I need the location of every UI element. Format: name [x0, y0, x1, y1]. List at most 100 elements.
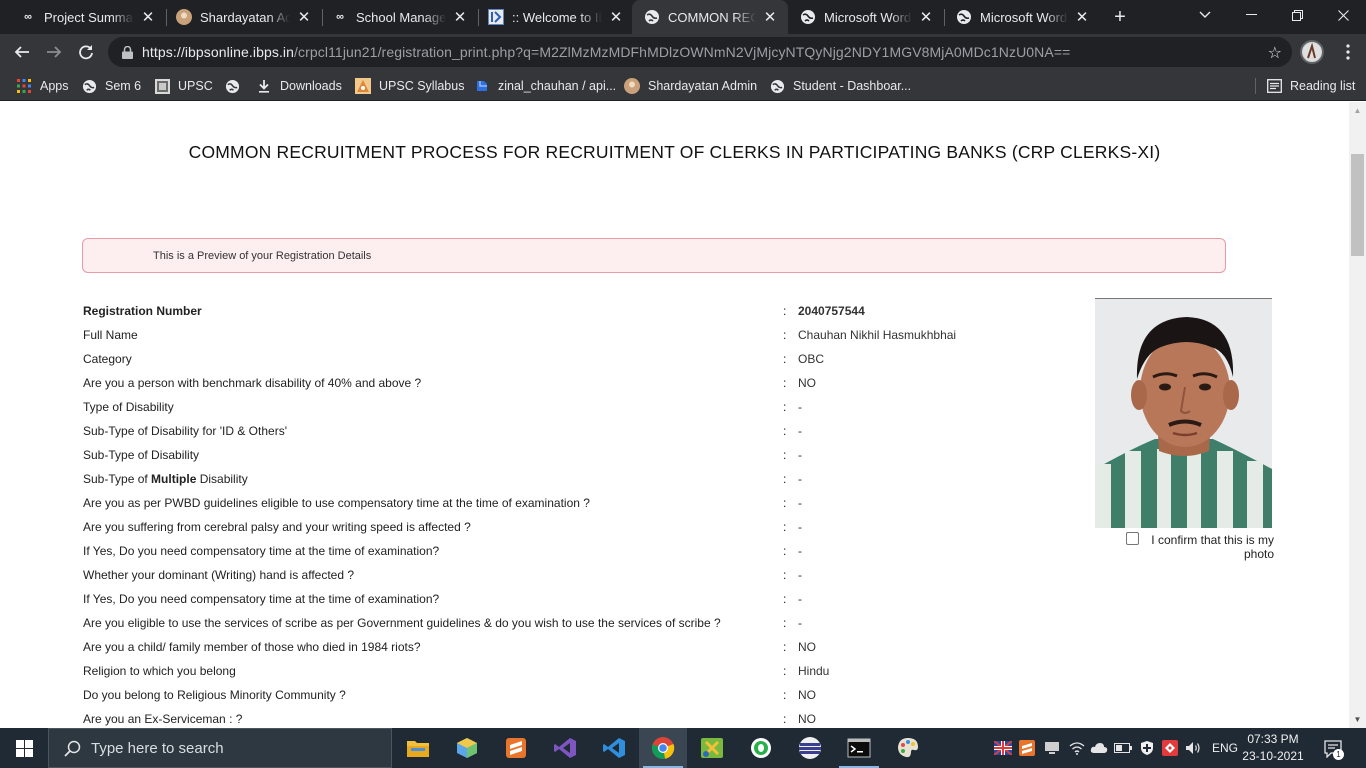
- close-icon[interactable]: ✕: [1074, 9, 1090, 26]
- restore-icon[interactable]: [1274, 0, 1320, 30]
- field-value: -: [798, 592, 802, 606]
- close-icon[interactable]: ✕: [918, 9, 934, 26]
- field-label: Are you as per PWBD guidelines eligible …: [83, 496, 590, 510]
- url-host: https://ibpsonline.ibps.in: [142, 44, 295, 60]
- profile-avatar[interactable]: [1300, 40, 1324, 64]
- bookmark-label: Shardayatan Admin: [648, 79, 758, 93]
- bookmark-star-icon[interactable]: ☆: [1268, 43, 1282, 63]
- anydesk-icon[interactable]: [1161, 739, 1179, 757]
- new-tab-button[interactable]: +: [1108, 5, 1132, 29]
- vscode-icon[interactable]: [590, 728, 638, 768]
- snip-icon[interactable]: [688, 728, 736, 768]
- file-explorer-icon[interactable]: [394, 728, 442, 768]
- close-icon[interactable]: ✕: [452, 9, 468, 26]
- lock-icon[interactable]: [120, 45, 134, 59]
- globe-icon: [81, 78, 97, 94]
- paint-icon[interactable]: [884, 728, 932, 768]
- field-value: -: [798, 568, 802, 582]
- back-arrow-icon[interactable]: [8, 38, 36, 66]
- flag-icon[interactable]: [994, 739, 1012, 757]
- field-label: Sub-Type of Disability for 'ID & Others': [83, 424, 287, 438]
- field-separator: :: [783, 568, 787, 582]
- field-value: -: [798, 616, 802, 630]
- close-icon[interactable]: ✕: [296, 9, 312, 26]
- bookmark-downloads[interactable]: Downloads: [256, 75, 342, 97]
- box-3d-icon[interactable]: [443, 728, 491, 768]
- volume-icon[interactable]: [1185, 739, 1203, 757]
- wifi-icon[interactable]: [1068, 739, 1086, 757]
- field-row: Category: OBC: [0, 352, 1080, 376]
- chrome-icon[interactable]: [639, 728, 687, 768]
- tab-strip: ∞ Project Summary ✕ Shardayatan Admin ✕ …: [0, 0, 1366, 34]
- tab-microsoft-word-2[interactable]: Microsoft Word - ✕: [944, 0, 1100, 34]
- visual-studio-icon[interactable]: [541, 728, 589, 768]
- scroll-up-arrow-icon[interactable]: ▲: [1349, 102, 1366, 119]
- field-label: Whether your dominant (Writing) hand is …: [83, 568, 355, 582]
- field-value: -: [798, 496, 802, 510]
- field-label: Full Name: [83, 328, 138, 342]
- bookmark-shardayatan-admin[interactable]: Shardayatan Admin: [624, 75, 757, 97]
- scroll-thumb[interactable]: [1351, 154, 1364, 256]
- tab-title: Microsoft Word -: [980, 9, 1068, 25]
- url-text[interactable]: https://ibpsonline.ibps.in/crpcl11jun21/…: [142, 44, 1070, 60]
- bookmark-zinal-chauhan[interactable]: zinal_chauhan / api...: [474, 75, 616, 97]
- field-separator: :: [783, 328, 787, 342]
- sublime-tray-icon[interactable]: [1018, 739, 1036, 757]
- terminal-icon[interactable]: [835, 728, 883, 768]
- security-shield-icon[interactable]: [1138, 739, 1156, 757]
- upsc-icon: [154, 78, 170, 94]
- field-value: -: [798, 448, 802, 462]
- preview-notice: This is a Preview of your Registration D…: [82, 238, 1226, 273]
- tab-search-chevron-icon[interactable]: [1182, 0, 1228, 30]
- field-row: Sub-Type of Disability: -: [0, 448, 1080, 472]
- tab-welcome-ibps[interactable]: :: Welcome to IBPS ✕: [476, 0, 634, 34]
- tab-title: Microsoft Word -: [824, 9, 912, 25]
- bookmark-upsc-syllabus[interactable]: UPSC Syllabus: [355, 75, 464, 97]
- sublime-icon[interactable]: [492, 728, 540, 768]
- tab-microsoft-word-1[interactable]: Microsoft Word - ✕: [788, 0, 944, 34]
- scroll-down-arrow-icon[interactable]: ▼: [1349, 711, 1366, 728]
- battery-icon[interactable]: [1114, 739, 1132, 757]
- cloud-icon[interactable]: [1090, 739, 1108, 757]
- bookmark-label: Student - Dashboar...: [793, 79, 912, 93]
- field-value: 2040757544: [798, 304, 865, 318]
- system-clock[interactable]: 07:33 PM 23-10-2021: [1240, 731, 1306, 765]
- notification-center-icon[interactable]: 1: [1322, 738, 1344, 760]
- globe-stripes-icon[interactable]: [786, 728, 834, 768]
- close-window-icon[interactable]: [1320, 0, 1366, 30]
- bookmark-upsc[interactable]: UPSC: [154, 75, 213, 97]
- language-indicator[interactable]: ENG: [1212, 741, 1238, 755]
- tab-school-management[interactable]: ∞ School Management ✕: [320, 0, 478, 34]
- page-scrollbar[interactable]: ▲ ▼: [1349, 102, 1366, 728]
- reload-icon[interactable]: [72, 38, 100, 66]
- browser-toolbar: https://ibpsonline.ibps.in/crpcl11jun21/…: [0, 34, 1366, 70]
- display-icon[interactable]: [1043, 739, 1061, 757]
- windows-start-icon[interactable]: [0, 728, 48, 768]
- field-row: Registration Number:2040757544: [0, 304, 1080, 328]
- tab-project-summary[interactable]: ∞ Project Summary ✕: [8, 0, 166, 34]
- field-row: If Yes, Do you need compensatory time at…: [0, 592, 1080, 616]
- search-placeholder: Type here to search: [91, 739, 224, 757]
- syllabus-icon: [355, 78, 371, 94]
- whatsapp-icon[interactable]: [737, 728, 785, 768]
- bookmark-globe[interactable]: [224, 75, 248, 97]
- minimize-icon[interactable]: [1228, 0, 1274, 30]
- close-icon[interactable]: ✕: [608, 9, 624, 26]
- address-bar[interactable]: https://ibpsonline.ibps.in/crpcl11jun21/…: [108, 37, 1292, 67]
- bookmark-apps[interactable]: Apps: [16, 75, 69, 97]
- forward-arrow-icon[interactable]: [40, 38, 68, 66]
- bookmark-student-dashboard[interactable]: Student - Dashboar...: [769, 75, 911, 97]
- taskbar-search-box[interactable]: Type here to search: [48, 728, 392, 768]
- tab-common-recruitment[interactable]: COMMON RECRUITMENT ✕: [632, 0, 788, 34]
- close-icon[interactable]: ✕: [762, 9, 778, 26]
- field-separator: :: [783, 352, 787, 366]
- bookmark-sem6[interactable]: Sem 6: [81, 75, 141, 97]
- close-icon[interactable]: ✕: [140, 9, 156, 26]
- candidate-photo: [1095, 298, 1272, 528]
- field-separator: :: [783, 496, 787, 510]
- reading-list-button[interactable]: Reading list: [1266, 75, 1355, 97]
- infinity-icon: ∞: [336, 11, 344, 23]
- field-label: Registration Number: [83, 304, 202, 318]
- tab-shardayatan-admin[interactable]: Shardayatan Admin ✕: [164, 0, 322, 34]
- more-menu-icon[interactable]: [1336, 40, 1360, 64]
